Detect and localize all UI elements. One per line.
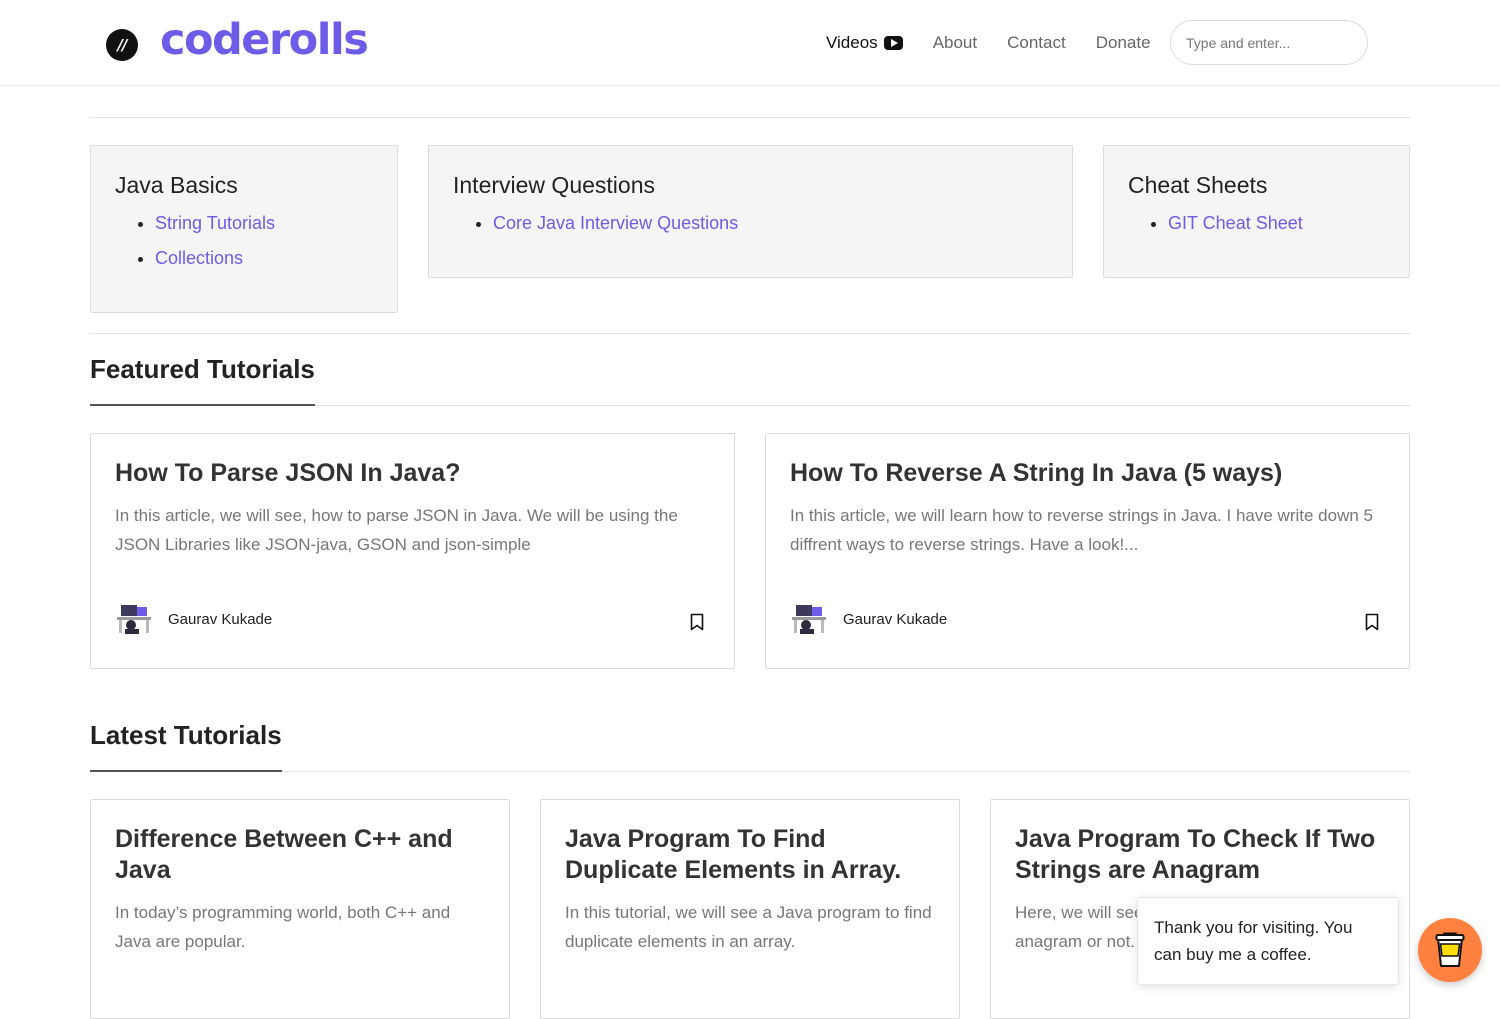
logo-icon[interactable]: // — [106, 29, 138, 61]
link-collections[interactable]: Collections — [155, 248, 243, 268]
author-name[interactable]: Gaurav Kukade — [168, 611, 272, 628]
site-logo-link[interactable]: coderolls — [160, 12, 369, 68]
heading-underline — [90, 770, 282, 772]
youtube-icon — [883, 36, 903, 50]
nav-contact[interactable]: Contact — [1007, 32, 1066, 54]
search-input[interactable] — [1170, 20, 1368, 65]
card-title[interactable]: Java Program To Find Duplicate Elements … — [565, 824, 935, 886]
bookmark-icon[interactable] — [1365, 613, 1379, 631]
card-title[interactable]: Java Program To Check If Two Strings are… — [1015, 824, 1385, 886]
card-description: In this tutorial, we will see a Java pro… — [565, 903, 932, 951]
latest-card[interactable]: Difference Between C++ and Java In today… — [90, 799, 510, 1019]
card-description: In this article, we will see, how to par… — [115, 506, 678, 554]
list-item: Collections — [155, 241, 373, 276]
featured-card[interactable]: How To Reverse A String In Java (5 ways)… — [765, 433, 1410, 669]
nav-about[interactable]: About — [933, 32, 977, 54]
nav-videos[interactable]: Videos — [826, 32, 903, 54]
category-title: Java Basics — [115, 172, 238, 198]
latest-heading: Latest Tutorials — [90, 720, 282, 750]
link-git-cheat-sheet[interactable]: GIT Cheat Sheet — [1168, 213, 1303, 233]
author: Gaurav Kukade — [790, 603, 947, 635]
link-core-java-interview-questions[interactable]: Core Java Interview Questions — [493, 213, 738, 233]
nav-videos-label: Videos — [826, 33, 878, 52]
category-links: String Tutorials Collections — [115, 206, 373, 276]
heading-underline — [90, 404, 315, 406]
category-title: Cheat Sheets — [1128, 172, 1268, 198]
author-name[interactable]: Gaurav Kukade — [843, 611, 947, 628]
list-item: String Tutorials — [155, 206, 373, 241]
category-interview-questions: Interview Questions Core Java Interview … — [428, 145, 1073, 278]
link-string-tutorials[interactable]: String Tutorials — [155, 213, 275, 233]
list-item: GIT Cheat Sheet — [1168, 206, 1385, 241]
divider — [90, 333, 1410, 334]
avatar — [117, 605, 151, 634]
buy-me-a-coffee-button[interactable] — [1418, 918, 1482, 982]
coffee-cup-icon — [1435, 932, 1465, 967]
card-description: In this article, we will learn how to re… — [790, 506, 1373, 554]
latest-card[interactable]: Java Program To Find Duplicate Elements … — [540, 799, 960, 1019]
category-title: Interview Questions — [453, 172, 655, 198]
bookmark-icon[interactable] — [690, 613, 704, 631]
coffee-toast: Thank you for visiting. You can buy me a… — [1137, 897, 1399, 985]
main-nav: Videos About Contact Donate — [826, 32, 1181, 54]
featured-heading: Featured Tutorials — [90, 354, 315, 384]
card-title[interactable]: How To Reverse A String In Java (5 ways) — [790, 458, 1385, 489]
nav-donate[interactable]: Donate — [1096, 32, 1151, 54]
card-title[interactable]: Difference Between C++ and Java — [115, 824, 485, 886]
author: Gaurav Kukade — [115, 603, 272, 635]
category-links: Core Java Interview Questions — [453, 206, 1048, 241]
card-description: In today’s programming world, both C++ a… — [115, 903, 451, 951]
featured-card[interactable]: How To Parse JSON In Java? In this artic… — [90, 433, 735, 669]
divider — [90, 771, 1410, 772]
category-java-basics: Java Basics String Tutorials Collections — [90, 145, 398, 313]
category-cheat-sheets: Cheat Sheets GIT Cheat Sheet — [1103, 145, 1410, 278]
divider — [90, 117, 1410, 118]
list-item: Core Java Interview Questions — [493, 206, 1048, 241]
avatar — [792, 605, 826, 634]
card-title[interactable]: How To Parse JSON In Java? — [115, 458, 710, 489]
site-header: // coderolls Videos About Contact Donate — [0, 0, 1500, 86]
category-links: GIT Cheat Sheet — [1128, 206, 1385, 241]
